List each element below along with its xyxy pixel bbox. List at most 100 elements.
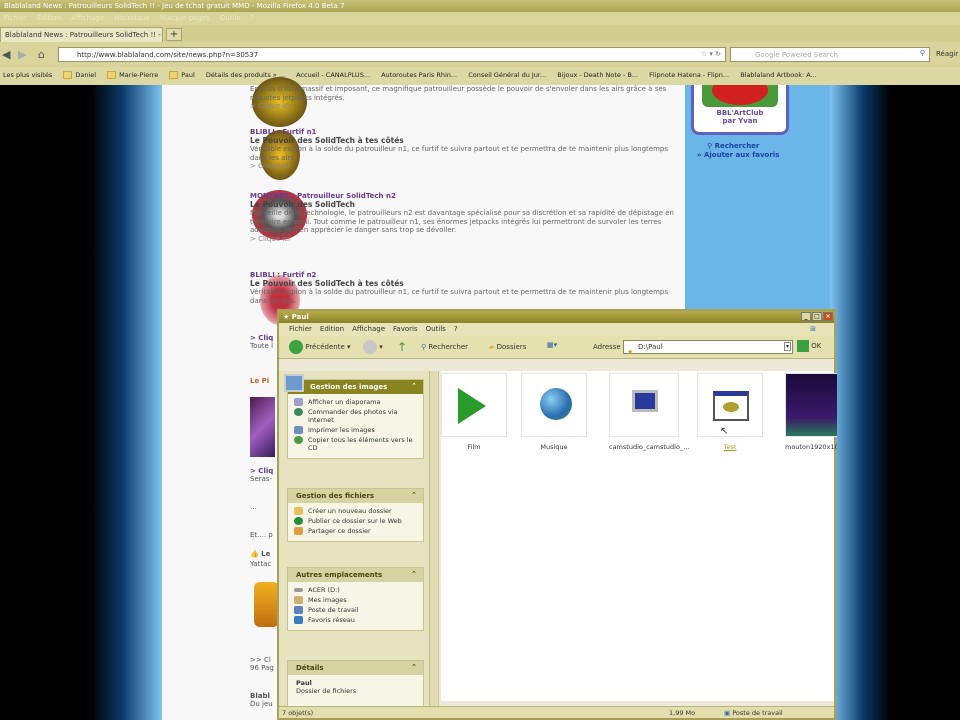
task-pane: Gestion des images ⌃ Afficher un diaporam…: [279, 371, 439, 711]
task-link[interactable]: Partager ce dossier: [294, 527, 417, 535]
task-link[interactable]: Afficher un diaporama: [294, 398, 417, 406]
views-button[interactable]: ▦▾: [547, 341, 557, 349]
search-input[interactable]: Google Powered Search ⚲: [730, 47, 930, 62]
home-icon[interactable]: ⌂: [38, 48, 45, 61]
text-fragment[interactable]: > Cliq: [250, 467, 273, 475]
bookmark-star-icon[interactable]: ☆ ▾ ↻: [701, 50, 721, 58]
bookmark[interactable]: Marie-Pierre: [107, 71, 158, 79]
item-description: Véritable espion à la solde du patrouill…: [250, 145, 669, 162]
menu-edit[interactable]: Édition: [37, 14, 61, 22]
panel-other-places: Autres emplacements ⌃ ACER (D:) Mes image…: [287, 567, 424, 631]
url-bar[interactable]: http://www.blablaland.com/site/news.php?…: [58, 47, 726, 62]
menu-tools[interactable]: Outils: [220, 14, 240, 22]
go-button[interactable]: OK: [797, 340, 821, 352]
artclub-box[interactable]: BBL'ArtClub par Yvan: [691, 85, 789, 135]
bookmark[interactable]: Paul: [169, 71, 195, 79]
magnifier-icon: ⚲: [421, 343, 427, 351]
task-link[interactable]: Commander des photos via Internet: [294, 408, 417, 424]
menu-fichier[interactable]: Fichier: [289, 325, 312, 333]
clique-ici-link[interactable]: > Clique ici: [250, 162, 680, 171]
add-favorites-link[interactable]: » Ajouter aux favoris: [697, 151, 779, 160]
search-link[interactable]: ⚲ Rechercher: [697, 142, 779, 151]
collapse-icon[interactable]: ⌃: [411, 663, 417, 671]
menu-affichage[interactable]: Affichage: [352, 325, 385, 333]
item-subtitle: Le Pouvoir des SolidTech: [250, 199, 355, 209]
task-link[interactable]: Publier ce dossier sur le Web: [294, 517, 417, 525]
file-name: Film: [467, 443, 481, 451]
up-folder-icon[interactable]: ↑: [397, 340, 407, 354]
pictures-icon: [284, 374, 304, 392]
bookmark[interactable]: Blablaland Artbook: A...: [740, 71, 817, 79]
menu-favoris[interactable]: Favoris: [393, 325, 418, 333]
bookmark[interactable]: Daniel: [63, 71, 96, 79]
text-fragment[interactable]: >> Cl: [250, 656, 271, 664]
item-description: En plus d'être massif et imposant, ce ma…: [250, 85, 667, 102]
file-item[interactable]: mouton1920x10...: [785, 373, 837, 451]
folder-star-icon: ★: [283, 313, 290, 321]
nav-bar: ◀ ▶ ⌂ http://www.blablaland.com/site/new…: [0, 42, 960, 67]
forward-icon[interactable]: ▶: [18, 48, 26, 61]
explorer-window: ★ Paul _ □ × Fichier Edition Affichage Favori…: [277, 309, 837, 720]
maximize-button[interactable]: □: [812, 312, 822, 321]
back-button[interactable]: Précédente ▾: [289, 340, 351, 354]
text-fragment[interactable]: > Cliq: [250, 334, 273, 342]
mouse-cursor-icon: ↖: [720, 426, 729, 437]
dropdown-icon[interactable]: ▾: [783, 342, 791, 351]
tab-blablaland[interactable]: Blablaland News : Patrouilleurs SolidTec…: [0, 27, 163, 42]
bookmark[interactable]: Autoroutes Paris Rhin...: [381, 71, 457, 79]
panel-header[interactable]: Gestion des images ⌃: [284, 374, 423, 394]
menu-view[interactable]: Affichage: [71, 14, 104, 22]
place-link[interactable]: Favoris réseau: [294, 616, 417, 624]
text-fragment: Seras-: [250, 475, 273, 483]
task-link[interactable]: Créer un nouveau dossier: [294, 507, 417, 515]
task-link[interactable]: Copier tous les éléments vers le CD: [294, 436, 417, 452]
search-icon[interactable]: ⚲: [920, 49, 925, 57]
menu-edition[interactable]: Edition: [320, 325, 344, 333]
drive-icon: [294, 588, 303, 592]
menu-bookmarks[interactable]: Marque-pages: [160, 14, 210, 22]
panel-header[interactable]: Autres emplacements ⌃: [288, 568, 423, 582]
file-item[interactable]: ↖ Test: [697, 373, 763, 451]
collapse-icon[interactable]: ⌃: [411, 570, 417, 578]
collapse-icon[interactable]: ⌃: [411, 491, 417, 499]
folders-button[interactable]: ▰ Dossiers: [489, 343, 526, 351]
menu-help[interactable]: ?: [250, 14, 254, 22]
file-item[interactable]: Film: [441, 373, 507, 451]
file-item[interactable]: camstudio_camstudio_...: [609, 373, 689, 451]
clique-ici-link[interactable]: > Clique ici: [250, 102, 680, 111]
place-link[interactable]: Mes images: [294, 596, 417, 604]
new-folder-icon: [294, 507, 303, 515]
place-link[interactable]: ACER (D:): [294, 586, 417, 594]
file-item[interactable]: Musique: [521, 373, 587, 451]
place-link[interactable]: Poste de travail: [294, 606, 417, 614]
task-link[interactable]: Imprimer les images: [294, 426, 417, 434]
collapse-icon[interactable]: ⌃: [411, 382, 417, 390]
search-button[interactable]: ⚲ Rechercher: [421, 343, 468, 351]
explorer-title: Paul: [291, 313, 309, 321]
windows-logo-icon: ⊞: [810, 325, 816, 333]
bookmark[interactable]: Conseil Général du Jur...: [468, 71, 546, 79]
bookmark[interactable]: Accueil - CANALPLUS...: [296, 71, 370, 79]
close-button[interactable]: ×: [823, 312, 833, 321]
minimize-button[interactable]: _: [801, 312, 811, 321]
menu-outils[interactable]: Outils: [426, 325, 446, 333]
panel-header[interactable]: Détails ⌃: [288, 661, 423, 675]
side-button[interactable]: Réagir: [936, 50, 958, 58]
menu-file[interactable]: Fichier: [4, 14, 27, 22]
menu-history[interactable]: Historique: [114, 14, 150, 22]
browser-title-bar: Blablaland News : Patrouilleurs SolidTec…: [0, 0, 960, 12]
new-tab-button[interactable]: +: [166, 28, 182, 41]
forward-button[interactable]: ▾: [363, 340, 383, 354]
back-icon[interactable]: ◀: [2, 48, 10, 61]
clique-ici-link[interactable]: > Clique ici: [250, 235, 680, 244]
task-pane-scrollbar[interactable]: [429, 371, 437, 711]
menu-aide[interactable]: ?: [454, 325, 458, 333]
bookmark[interactable]: Les plus visités: [3, 71, 52, 79]
bookmark[interactable]: Flipnote Hatena - Flipn...: [649, 71, 729, 79]
computer-icon: ▣: [724, 709, 731, 717]
panel-header[interactable]: Gestion des fichiers ⌃: [288, 489, 423, 503]
panel-images: Gestion des images ⌃ Afficher un diaporam…: [284, 374, 424, 459]
explorer-title-bar[interactable]: ★ Paul _ □ ×: [279, 311, 834, 323]
bookmark[interactable]: Bijoux - Death Note - B...: [557, 71, 638, 79]
address-field[interactable]: ★ D:\Paul ▾: [623, 340, 793, 356]
